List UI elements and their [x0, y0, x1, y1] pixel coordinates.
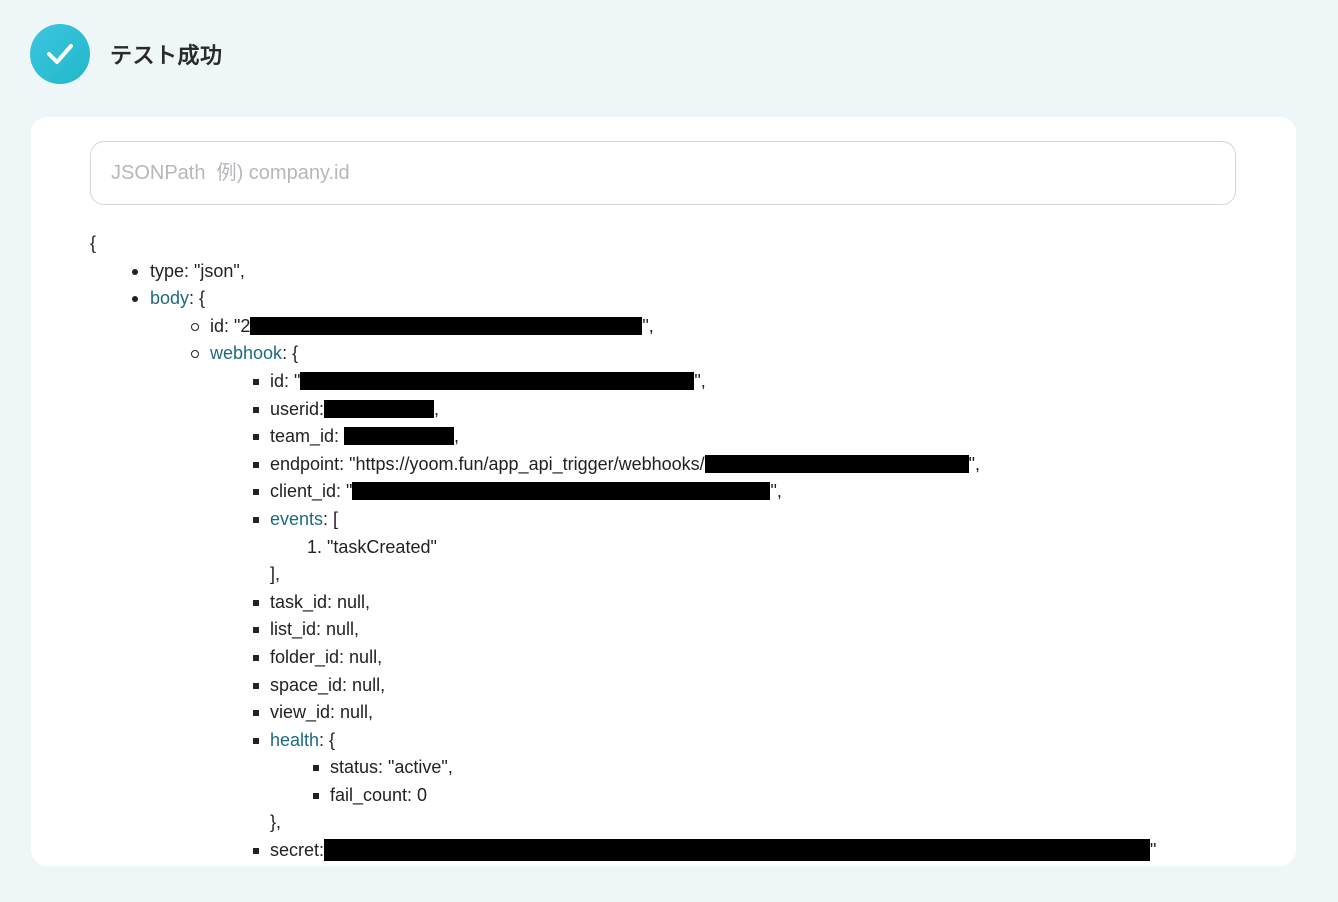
events-close: ], — [270, 564, 281, 585]
redacted-block — [352, 482, 771, 501]
tree-line-space-id: space_id: null, — [90, 672, 1156, 700]
tree-line-client-id: client_id: " ", — [90, 478, 1156, 506]
userid-prefix: userid: — [270, 398, 325, 419]
tree-line-type: type: "json", — [90, 258, 1156, 286]
tree-line-health-close: }, — [90, 809, 1156, 837]
tree-line-webhook-id: id: " ", — [90, 368, 1156, 396]
tree-line-list-id: list_id: null, — [90, 616, 1156, 644]
redacted-block — [324, 399, 435, 418]
tree-line-events: events: [ — [90, 506, 1156, 534]
tree-line-secret: secret: " — [90, 837, 1156, 865]
health-close: }, — [270, 812, 282, 833]
secret-suffix: " — [1150, 840, 1157, 861]
events-item-index: 1. — [307, 536, 323, 557]
json-tree: { type: "json", body: { id: "2 ", webhook… — [90, 230, 1156, 865]
result-card: { type: "json", body: { id: "2", webhook… — [31, 117, 1296, 866]
tree-line-events-item: 1. "taskCreated" — [90, 534, 1156, 562]
tree-line-webhook: webhook: { — [90, 340, 1156, 368]
webhook-toggle-key[interactable]: webhook — [210, 343, 282, 363]
health-status-field: status: "active", — [330, 757, 453, 778]
endpoint-prefix: endpoint: "https://yoom.fun/app_api_trig… — [270, 453, 705, 474]
tree-line-task-id: task_id: null, — [90, 589, 1156, 617]
jsonpath-search-input[interactable] — [90, 141, 1236, 205]
redacted-block — [344, 427, 455, 446]
health-fail-count-field: fail_count: 0 — [330, 784, 428, 805]
check-circle-icon — [30, 24, 90, 84]
tree-line-body: body: { — [90, 285, 1156, 313]
health-open: : { — [319, 729, 336, 750]
health-toggle-key[interactable]: health — [270, 730, 319, 750]
redacted-block — [704, 454, 969, 473]
events-open: : [ — [323, 508, 339, 529]
space-id-field: space_id: null, — [270, 674, 386, 695]
task-id-field: task_id: null, — [270, 591, 371, 612]
events-item-value: "taskCreated" — [327, 536, 437, 557]
tree-line-endpoint: endpoint: "https://yoom.fun/app_api_trig… — [90, 451, 1156, 479]
redacted-block — [250, 316, 643, 335]
tree-line-body-id: id: "2 ", — [90, 313, 1156, 341]
folder-id-field: folder_id: null, — [270, 646, 383, 667]
list-id-field: list_id: null, — [270, 619, 360, 640]
open-brace: { — [90, 233, 97, 253]
webhook-open: : { — [282, 343, 299, 364]
userid-suffix: , — [434, 398, 440, 419]
status-title: テスト成功 — [110, 44, 223, 69]
team-id-suffix: , — [454, 426, 460, 447]
redacted-block — [324, 839, 1151, 862]
tree-line-folder-id: folder_id: null, — [90, 644, 1156, 672]
endpoint-suffix: ", — [968, 453, 981, 474]
body-open: : { — [189, 288, 206, 309]
type-field: type: "json", — [150, 260, 245, 281]
checkmark-icon — [47, 44, 73, 64]
tree-line-team-id: team_id: , — [90, 423, 1156, 451]
tree-line: { — [90, 230, 1156, 258]
webhook-id-suffix: ", — [694, 370, 706, 391]
events-toggle-key[interactable]: events — [270, 509, 323, 529]
tree-line-health-fail-count: fail_count: 0 — [90, 782, 1156, 810]
client-id-prefix: client_id: " — [270, 481, 353, 502]
tree-line-events-close: ], — [90, 561, 1156, 589]
body-id-suffix: ", — [642, 315, 654, 336]
test-result-header: テスト成功 — [30, 24, 223, 84]
tree-line-view-id: view_id: null, — [90, 699, 1156, 727]
team-id-prefix: team_id: — [270, 426, 345, 447]
tree-line-userid: userid:, — [90, 396, 1156, 424]
webhook-id-prefix: id: " — [270, 370, 301, 391]
view-id-field: view_id: null, — [270, 702, 374, 723]
tree-line-health-status: status: "active", — [90, 754, 1156, 782]
secret-prefix: secret: — [270, 840, 325, 861]
body-toggle-key[interactable]: body — [150, 288, 189, 308]
client-id-suffix: ", — [770, 481, 782, 502]
body-id-prefix: id: "2 — [210, 315, 251, 336]
tree-line-health: health: { — [90, 727, 1156, 755]
redacted-block — [300, 371, 695, 390]
